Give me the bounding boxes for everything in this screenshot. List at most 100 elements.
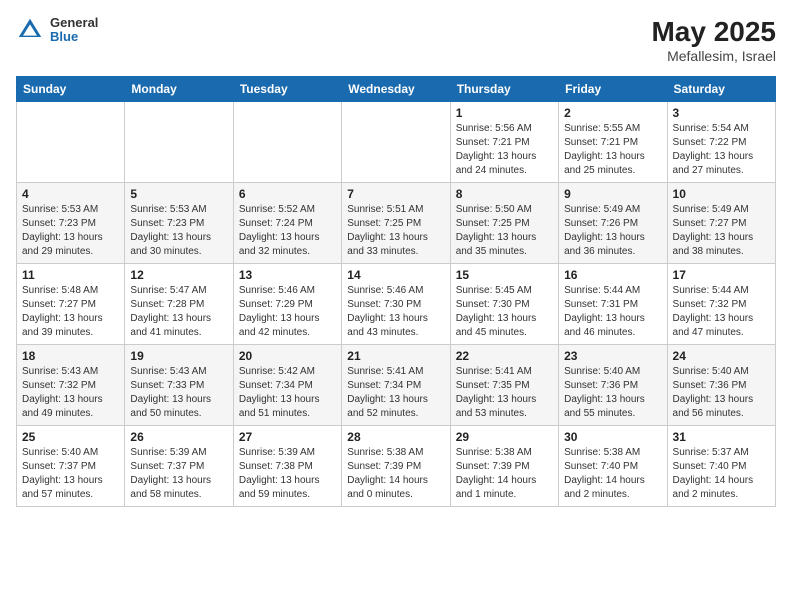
weekday-header-saturday: Saturday [667, 77, 775, 102]
week-row-5: 25Sunrise: 5:40 AM Sunset: 7:37 PM Dayli… [17, 426, 776, 507]
day-info: Sunrise: 5:44 AM Sunset: 7:32 PM Dayligh… [673, 284, 770, 340]
day-number: 8 [456, 187, 553, 201]
day-info: Sunrise: 5:49 AM Sunset: 7:26 PM Dayligh… [564, 203, 661, 259]
day-info: Sunrise: 5:47 AM Sunset: 7:28 PM Dayligh… [130, 284, 227, 340]
logo-blue-label: Blue [50, 30, 98, 44]
page-header: General Blue May 2025 Mefallesim, Israel [16, 16, 776, 64]
calendar-title: May 2025 [651, 16, 776, 48]
day-number: 26 [130, 430, 227, 444]
day-info: Sunrise: 5:45 AM Sunset: 7:30 PM Dayligh… [456, 284, 553, 340]
calendar-cell: 4 Sunrise: 5:53 AM Sunset: 7:23 PM Daylig… [17, 183, 125, 264]
logo-icon [16, 16, 44, 44]
day-info: Sunrise: 5:38 AM Sunset: 7:39 PM Dayligh… [347, 446, 444, 502]
day-number: 16 [564, 268, 661, 282]
calendar-cell [342, 102, 450, 183]
day-info: Sunrise: 5:39 AM Sunset: 7:38 PM Dayligh… [239, 446, 336, 502]
day-number: 19 [130, 349, 227, 363]
day-info: Sunrise: 5:41 AM Sunset: 7:35 PM Dayligh… [456, 365, 553, 421]
calendar-cell: 1 Sunrise: 5:56 AM Sunset: 7:21 PM Daylig… [450, 102, 558, 183]
day-number: 30 [564, 430, 661, 444]
day-number: 31 [673, 430, 770, 444]
day-number: 28 [347, 430, 444, 444]
calendar-cell: 30Sunrise: 5:38 AM Sunset: 7:40 PM Dayli… [559, 426, 667, 507]
day-info: Sunrise: 5:43 AM Sunset: 7:32 PM Dayligh… [22, 365, 119, 421]
calendar-cell: 26 Sunrise: 5:39 AM Sunset: 7:37 PM Dayli… [125, 426, 233, 507]
day-number: 9 [564, 187, 661, 201]
day-info: Sunrise: 5:40 AM Sunset: 7:36 PM Dayligh… [673, 365, 770, 421]
day-number: 13 [239, 268, 336, 282]
day-number: 11 [22, 268, 119, 282]
day-number: 29 [456, 430, 553, 444]
day-info: Sunrise: 5:53 AM Sunset: 7:23 PM Dayligh… [130, 203, 227, 259]
title-block: May 2025 Mefallesim, Israel [651, 16, 776, 64]
week-row-4: 18 Sunrise: 5:43 AM Sunset: 7:32 PM Dayli… [17, 345, 776, 426]
calendar-cell: 31 Sunrise: 5:37 AM Sunset: 7:40 PM Dayli… [667, 426, 775, 507]
day-info: Sunrise: 5:39 AM Sunset: 7:37 PM Dayligh… [130, 446, 227, 502]
calendar-cell: 24 Sunrise: 5:40 AM Sunset: 7:36 PM Dayli… [667, 345, 775, 426]
calendar-cell [17, 102, 125, 183]
day-info: Sunrise: 5:37 AM Sunset: 7:40 PM Dayligh… [673, 446, 770, 502]
calendar-location: Mefallesim, Israel [651, 48, 776, 64]
calendar-cell: 10 Sunrise: 5:49 AM Sunset: 7:27 PM Dayli… [667, 183, 775, 264]
calendar-cell: 7 Sunrise: 5:51 AM Sunset: 7:25 PM Daylig… [342, 183, 450, 264]
calendar-cell: 5 Sunrise: 5:53 AM Sunset: 7:23 PM Daylig… [125, 183, 233, 264]
day-info: Sunrise: 5:48 AM Sunset: 7:27 PM Dayligh… [22, 284, 119, 340]
calendar-cell: 14 Sunrise: 5:46 AM Sunset: 7:30 PM Dayli… [342, 264, 450, 345]
week-row-2: 4 Sunrise: 5:53 AM Sunset: 7:23 PM Daylig… [17, 183, 776, 264]
calendar-cell: 9 Sunrise: 5:49 AM Sunset: 7:26 PM Daylig… [559, 183, 667, 264]
day-info: Sunrise: 5:41 AM Sunset: 7:34 PM Dayligh… [347, 365, 444, 421]
logo: General Blue [16, 16, 98, 45]
day-number: 6 [239, 187, 336, 201]
day-number: 2 [564, 106, 661, 120]
calendar-cell: 29 Sunrise: 5:38 AM Sunset: 7:39 PM Dayli… [450, 426, 558, 507]
calendar-cell: 27 Sunrise: 5:39 AM Sunset: 7:38 PM Dayli… [233, 426, 341, 507]
day-number: 24 [673, 349, 770, 363]
calendar-cell: 12 Sunrise: 5:47 AM Sunset: 7:28 PM Dayli… [125, 264, 233, 345]
calendar-cell: 3 Sunrise: 5:54 AM Sunset: 7:22 PM Daylig… [667, 102, 775, 183]
day-info: Sunrise: 5:53 AM Sunset: 7:23 PM Dayligh… [22, 203, 119, 259]
calendar-cell: 22Sunrise: 5:41 AM Sunset: 7:35 PM Dayli… [450, 345, 558, 426]
day-number: 4 [22, 187, 119, 201]
day-number: 18 [22, 349, 119, 363]
calendar-cell: 19Sunrise: 5:43 AM Sunset: 7:33 PM Dayli… [125, 345, 233, 426]
day-info: Sunrise: 5:42 AM Sunset: 7:34 PM Dayligh… [239, 365, 336, 421]
day-number: 10 [673, 187, 770, 201]
day-number: 14 [347, 268, 444, 282]
day-number: 3 [673, 106, 770, 120]
day-info: Sunrise: 5:56 AM Sunset: 7:21 PM Dayligh… [456, 122, 553, 178]
calendar-cell: 21 Sunrise: 5:41 AM Sunset: 7:34 PM Dayli… [342, 345, 450, 426]
calendar-cell: 11 Sunrise: 5:48 AM Sunset: 7:27 PM Dayli… [17, 264, 125, 345]
day-info: Sunrise: 5:49 AM Sunset: 7:27 PM Dayligh… [673, 203, 770, 259]
day-number: 1 [456, 106, 553, 120]
day-info: Sunrise: 5:46 AM Sunset: 7:29 PM Dayligh… [239, 284, 336, 340]
day-info: Sunrise: 5:54 AM Sunset: 7:22 PM Dayligh… [673, 122, 770, 178]
day-info: Sunrise: 5:51 AM Sunset: 7:25 PM Dayligh… [347, 203, 444, 259]
day-number: 25 [22, 430, 119, 444]
calendar-cell: 8 Sunrise: 5:50 AM Sunset: 7:25 PM Daylig… [450, 183, 558, 264]
day-info: Sunrise: 5:55 AM Sunset: 7:21 PM Dayligh… [564, 122, 661, 178]
day-info: Sunrise: 5:52 AM Sunset: 7:24 PM Dayligh… [239, 203, 336, 259]
calendar-cell: 25Sunrise: 5:40 AM Sunset: 7:37 PM Dayli… [17, 426, 125, 507]
day-number: 5 [130, 187, 227, 201]
calendar-cell [233, 102, 341, 183]
logo-general-label: General [50, 16, 98, 30]
day-info: Sunrise: 5:38 AM Sunset: 7:39 PM Dayligh… [456, 446, 553, 502]
weekday-header-sunday: Sunday [17, 77, 125, 102]
calendar-cell: 15 Sunrise: 5:45 AM Sunset: 7:30 PM Dayli… [450, 264, 558, 345]
day-info: Sunrise: 5:44 AM Sunset: 7:31 PM Dayligh… [564, 284, 661, 340]
day-number: 15 [456, 268, 553, 282]
day-number: 7 [347, 187, 444, 201]
calendar-cell: 6 Sunrise: 5:52 AM Sunset: 7:24 PM Daylig… [233, 183, 341, 264]
weekday-header-monday: Monday [125, 77, 233, 102]
day-number: 27 [239, 430, 336, 444]
weekday-header-tuesday: Tuesday [233, 77, 341, 102]
day-number: 23 [564, 349, 661, 363]
weekday-header-thursday: Thursday [450, 77, 558, 102]
day-number: 12 [130, 268, 227, 282]
logo-text: General Blue [50, 16, 98, 45]
day-number: 21 [347, 349, 444, 363]
week-row-1: 1 Sunrise: 5:56 AM Sunset: 7:21 PM Daylig… [17, 102, 776, 183]
day-info: Sunrise: 5:50 AM Sunset: 7:25 PM Dayligh… [456, 203, 553, 259]
week-row-3: 11 Sunrise: 5:48 AM Sunset: 7:27 PM Dayli… [17, 264, 776, 345]
day-info: Sunrise: 5:46 AM Sunset: 7:30 PM Dayligh… [347, 284, 444, 340]
